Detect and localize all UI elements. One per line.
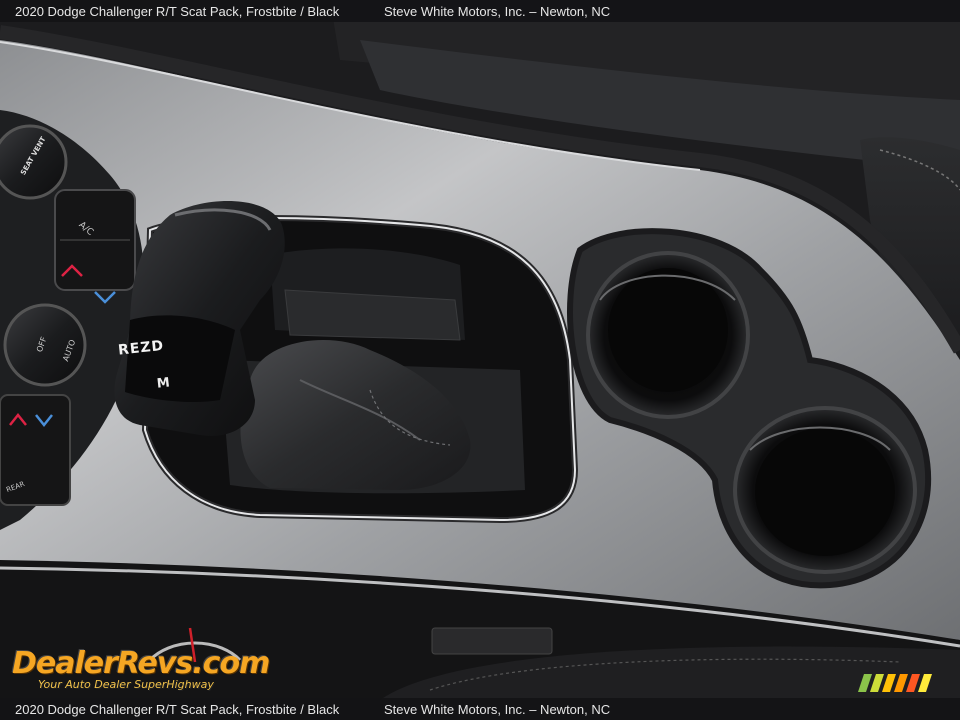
shifter-prnd-label: REZD	[117, 337, 165, 359]
caption-bar-bottom: 2020 Dodge Challenger R/T Scat Pack, Fro…	[0, 698, 960, 720]
stripes-logo-icon	[858, 674, 932, 692]
dealerrevs-watermark: DealerRevs.com Your Auto Dealer SuperHig…	[12, 622, 270, 694]
shifter-indicator: REZD M	[117, 338, 171, 396]
caption-vehicle-bottom: 2020 Dodge Challenger R/T Scat Pack, Fro…	[15, 701, 340, 717]
shifter-m-label: M	[156, 375, 172, 392]
caption-dealer-bottom: Steve White Motors, Inc. – Newton, NC	[384, 701, 611, 717]
caption-bar-top: 2020 Dodge Challenger R/T Scat Pack, Fro…	[0, 0, 960, 22]
watermark-tagline: Your Auto Dealer SuperHighway	[38, 678, 214, 691]
caption-dealer: Steve White Motors, Inc. – Newton, NC	[384, 3, 611, 19]
caption-vehicle: 2020 Dodge Challenger R/T Scat Pack, Fro…	[15, 3, 340, 19]
photo-stage: REZD M A/C AUTO OFF REAR SEAT VENT 2020 …	[0, 0, 960, 720]
watermark-logo: DealerRevs.com	[12, 646, 270, 681]
